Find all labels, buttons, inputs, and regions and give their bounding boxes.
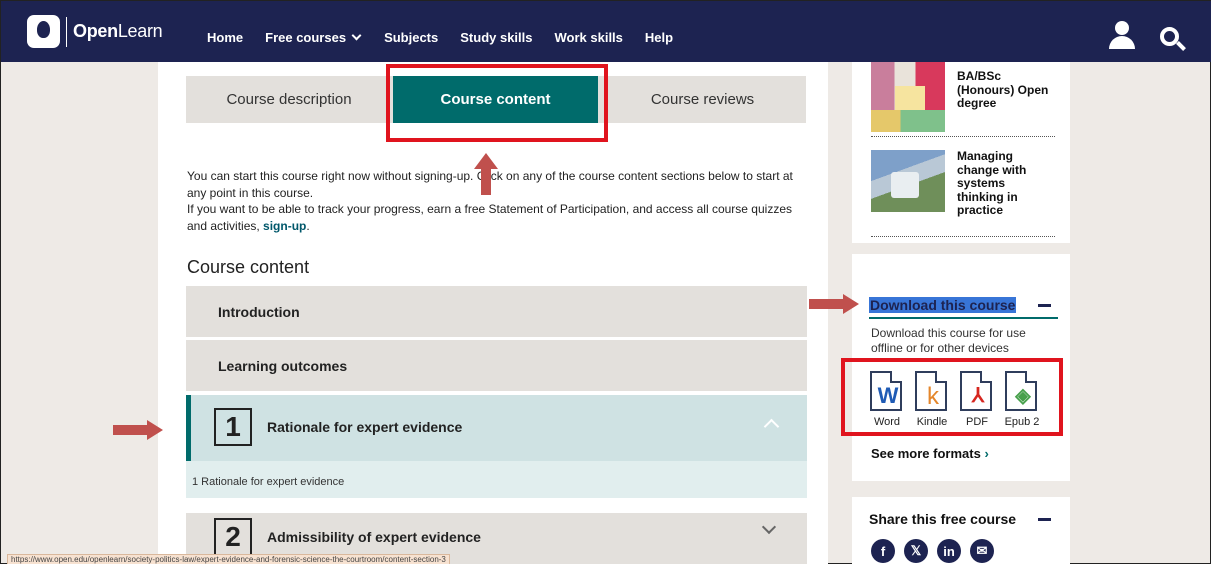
divider xyxy=(871,236,1055,237)
share-course-card: Share this free course f 𝕏 in ✉ xyxy=(852,497,1070,564)
related-course-title[interactable]: BA/BSc (Honours) Open degree xyxy=(957,69,1057,111)
course-intro-text: You can start this course right now with… xyxy=(187,168,812,234)
section-number: 2 xyxy=(214,518,252,556)
section-number: 1 xyxy=(214,408,252,446)
arrow-shaft xyxy=(481,169,491,195)
openlearn-logo-text[interactable]: OpenLearn xyxy=(73,21,163,42)
linkedin-icon[interactable]: in xyxy=(937,539,961,563)
collapse-minus-icon[interactable] xyxy=(1038,304,1051,307)
section-title: Rationale for expert evidence xyxy=(267,419,463,435)
section-1-rationale[interactable]: 1 Rationale for expert evidence xyxy=(186,395,807,461)
nav-home[interactable]: Home xyxy=(207,30,243,45)
arrow-shaft xyxy=(809,299,844,309)
intro-line-2-period: . xyxy=(306,218,310,233)
see-more-label: See more formats xyxy=(871,446,981,461)
brand-name-bold: Open xyxy=(73,21,118,41)
main-menu: Home Free courses Subjects Study skills … xyxy=(207,30,695,45)
share-icons: f 𝕏 in ✉ xyxy=(871,539,1003,563)
download-description: Download this course for use offline or … xyxy=(871,326,1026,355)
nav-free-courses-label: Free courses xyxy=(265,30,347,45)
status-bar-url: https://www.open.edu/openlearn/society-p… xyxy=(7,554,450,564)
section-1-subitem[interactable]: 1 Rationale for expert evidence xyxy=(186,461,807,498)
course-content-heading: Course content xyxy=(187,257,310,277)
divider xyxy=(871,136,1055,137)
email-icon[interactable]: ✉ xyxy=(970,539,994,563)
section-learning-outcomes[interactable]: Learning outcomes xyxy=(186,340,807,391)
share-heading[interactable]: Share this free course xyxy=(869,511,1016,527)
nav-subjects[interactable]: Subjects xyxy=(384,30,438,45)
course-thumbnail[interactable] xyxy=(871,62,945,132)
x-icon[interactable]: 𝕏 xyxy=(904,539,928,563)
chevron-right-icon: › xyxy=(984,446,989,461)
arrow-head xyxy=(474,153,498,169)
chevron-up-icon[interactable] xyxy=(763,418,780,435)
heading-underline xyxy=(869,317,1058,319)
section-title: Learning outcomes xyxy=(218,358,348,374)
intro-line-2: If you want to be able to track your pro… xyxy=(187,201,812,234)
arrow-right-icon xyxy=(809,294,859,314)
nav-study-skills[interactable]: Study skills xyxy=(460,30,532,45)
highlight-box-course-content-tab xyxy=(386,64,608,142)
search-icon-handle xyxy=(1176,41,1186,51)
signup-link[interactable]: sign-up xyxy=(263,219,306,233)
see-more-formats-link[interactable]: See more formats › xyxy=(871,446,989,461)
section-title: Introduction xyxy=(218,304,300,320)
chevron-down-icon xyxy=(351,30,362,41)
logo-divider xyxy=(66,17,67,47)
course-thumbnail[interactable] xyxy=(871,150,945,212)
tab-course-description[interactable]: Course description xyxy=(186,76,392,123)
nav-work-skills[interactable]: Work skills xyxy=(555,30,623,45)
top-navigation-bar: OpenLearn Home Free courses Subjects Stu… xyxy=(1,1,1211,62)
related-course-title[interactable]: Managing change with systems thinking in… xyxy=(957,149,1047,218)
arrow-up-icon xyxy=(474,153,498,195)
tab-course-reviews[interactable]: Course reviews xyxy=(599,76,806,123)
arrow-right-icon xyxy=(113,420,163,440)
intro-line-1: You can start this course right now with… xyxy=(187,169,793,200)
section-title: Admissibility of expert evidence xyxy=(267,529,481,545)
related-courses-card: BA/BSc (Honours) Open degree Managing ch… xyxy=(852,62,1070,243)
arrow-head xyxy=(843,294,859,314)
user-icon-head xyxy=(1115,21,1129,35)
search-icon[interactable] xyxy=(1160,27,1188,55)
nav-help[interactable]: Help xyxy=(645,30,673,45)
user-account-icon[interactable] xyxy=(1107,21,1137,51)
section-introduction[interactable]: Introduction xyxy=(186,286,807,337)
arrow-shaft xyxy=(113,425,148,435)
collapse-minus-icon[interactable] xyxy=(1038,518,1051,521)
highlight-box-download-formats xyxy=(841,358,1063,436)
user-icon-body xyxy=(1109,36,1135,49)
download-heading[interactable]: Download this course xyxy=(869,297,1017,313)
chevron-down-icon[interactable] xyxy=(761,519,777,535)
openlearn-logo-icon[interactable] xyxy=(27,15,60,48)
facebook-icon[interactable]: f xyxy=(871,539,895,563)
brand-name-light: Learn xyxy=(117,21,163,41)
arrow-head xyxy=(147,420,163,440)
nav-free-courses[interactable]: Free courses xyxy=(265,30,362,45)
